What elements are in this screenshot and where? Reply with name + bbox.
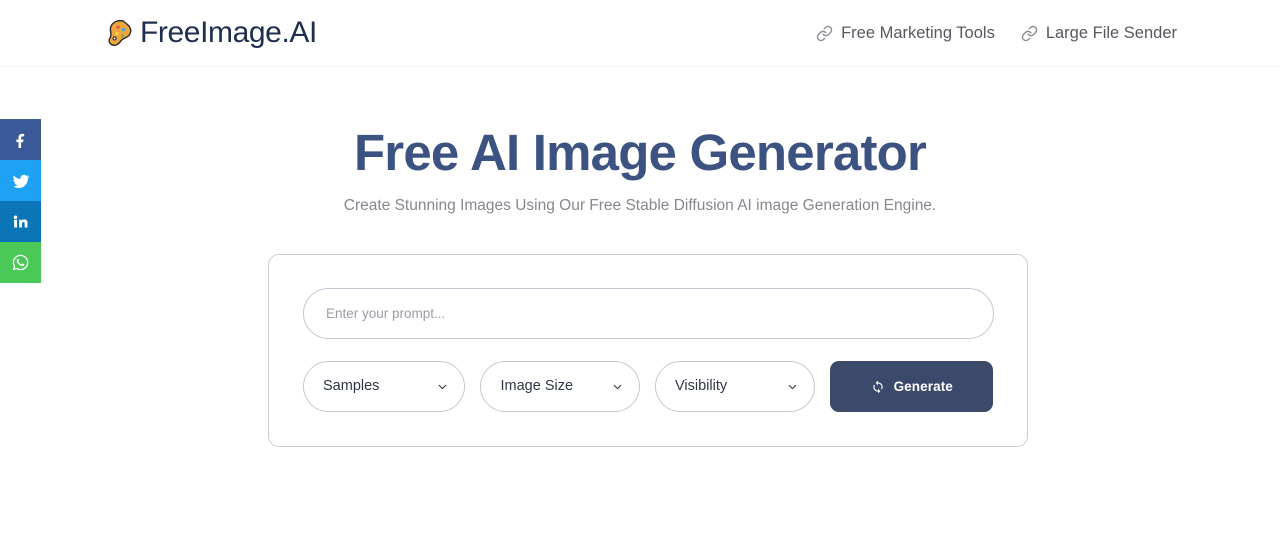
nav-link-free-marketing-tools[interactable]: Free Marketing Tools [816,23,995,43]
brand-name: FreeImage.AI [140,16,317,49]
generator-card: Samples Image Size [268,254,1028,447]
generate-button-label: Generate [893,379,953,394]
social-share-rail [0,119,41,283]
whatsapp-icon [11,253,30,272]
sync-icon [871,380,885,394]
link-icon [816,25,833,42]
image-size-select[interactable]: Image Size [480,361,640,412]
main-content: Free AI Image Generator Create Stunning … [0,68,1280,558]
brand-logo[interactable]: FreeImage.AI [103,16,317,50]
page-subtitle: Create Stunning Images Using Our Free St… [343,197,937,214]
visibility-select-wrapper: Visibility [654,361,816,412]
share-button-whatsapp[interactable] [0,242,41,283]
header-nav: Free Marketing Tools Large File Sender [816,23,1177,43]
share-button-linkedin[interactable] [0,201,41,242]
facebook-icon [12,131,29,148]
nav-link-label: Large File Sender [1045,24,1177,42]
link-icon [1021,25,1038,42]
page-title: Free AI Image Generator [353,124,927,181]
visibility-select[interactable]: Visibility [654,361,816,412]
samples-select-wrapper: Samples [303,361,466,412]
site-header: FreeImage.AI Free Marketing Tools Large … [0,0,1280,67]
twitter-icon [12,172,30,190]
generator-controls-row: Samples Image Size Visibility Generate [303,361,994,412]
palette-icon [103,16,137,50]
nav-link-large-file-sender[interactable]: Large File Sender [1021,23,1177,43]
share-button-facebook[interactable] [0,119,41,160]
linkedin-icon [12,213,29,230]
prompt-input[interactable] [303,288,994,339]
nav-link-label: Free Marketing Tools [841,24,995,42]
share-button-twitter[interactable] [0,160,41,201]
image-size-select-wrapper: Image Size [480,361,640,412]
hero-section: Free AI Image Generator Create Stunning … [0,122,1280,217]
samples-select[interactable]: Samples [303,361,466,412]
generate-button[interactable]: Generate [830,361,994,412]
